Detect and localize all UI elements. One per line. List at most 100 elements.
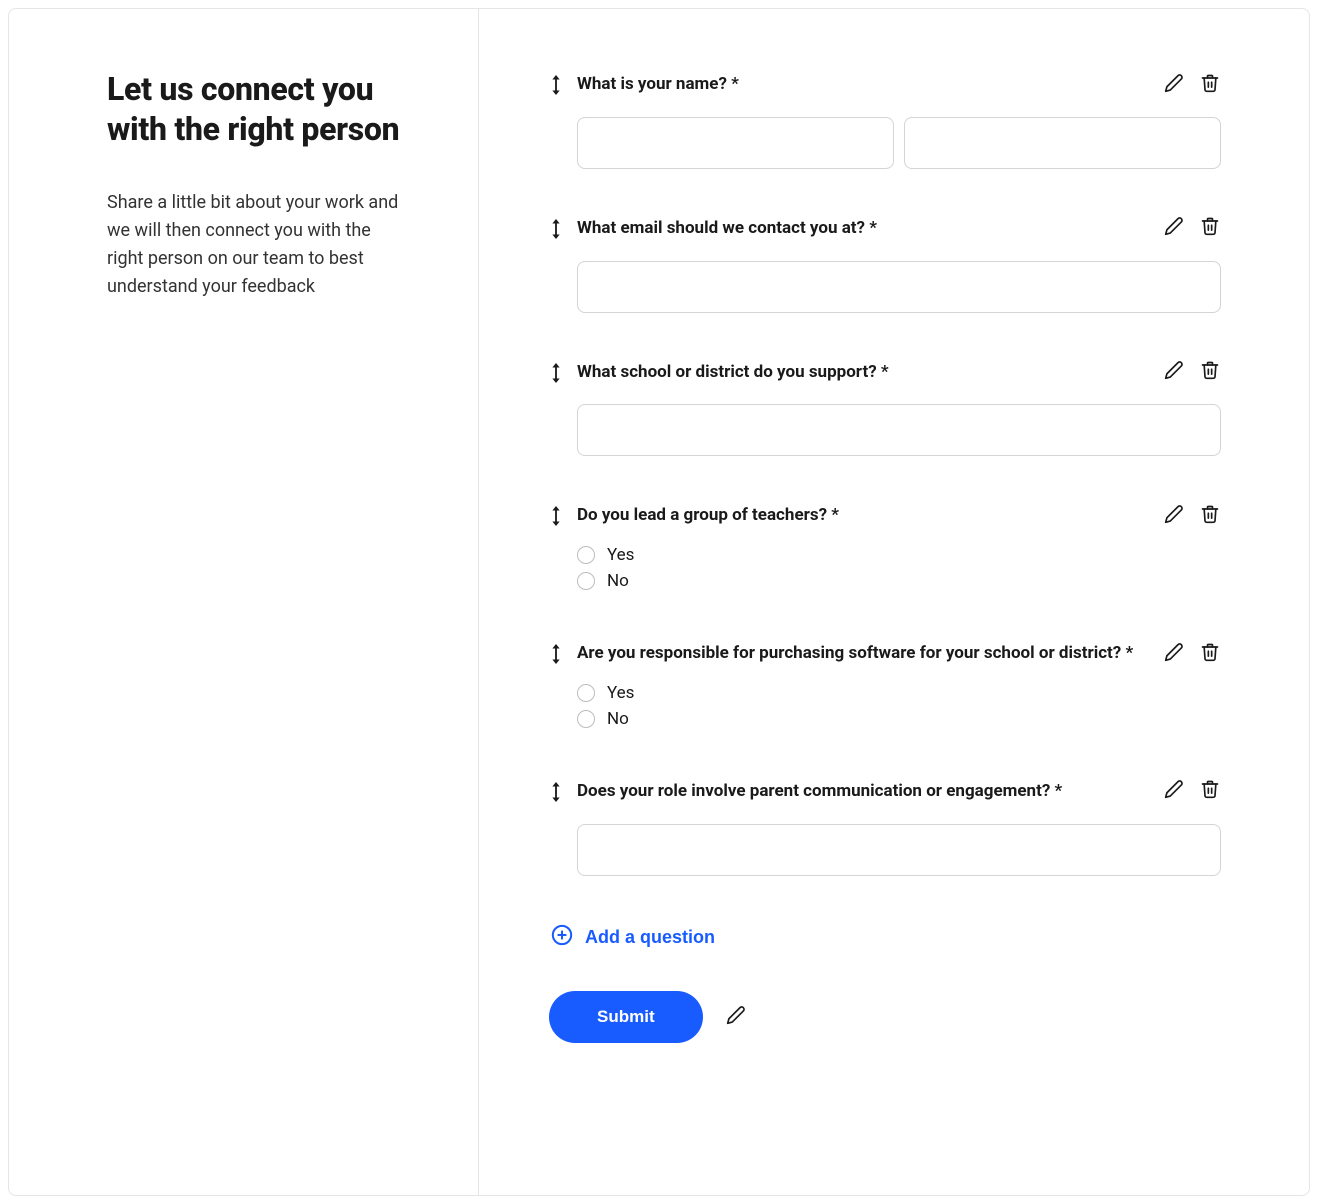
edit-question-button[interactable] (1163, 780, 1185, 802)
drag-vertical-icon (549, 782, 563, 806)
drag-handle[interactable] (549, 780, 577, 806)
edit-question-button[interactable] (1163, 217, 1185, 239)
edit-question-button[interactable] (1163, 73, 1185, 95)
intro-panel: Let us connect you with the right person… (9, 9, 479, 1195)
text-input[interactable] (577, 404, 1221, 456)
radio-label: No (607, 709, 629, 729)
drag-handle[interactable] (549, 217, 577, 243)
question-block: What is your name? * (549, 73, 1221, 169)
last-name-input[interactable] (904, 117, 1221, 169)
radio-option[interactable]: Yes (577, 680, 1221, 706)
pencil-icon (1164, 504, 1184, 527)
delete-question-button[interactable] (1199, 504, 1221, 526)
question-block: What school or district do you support? … (549, 361, 1221, 457)
drag-vertical-icon (549, 644, 563, 668)
text-input-row (577, 824, 1221, 876)
text-input-row (577, 404, 1221, 456)
delete-question-button[interactable] (1199, 780, 1221, 802)
question-actions (1163, 361, 1221, 383)
question-label: Are you responsible for purchasing softw… (577, 642, 1149, 666)
question-body: What is your name? * (577, 73, 1221, 169)
pencil-icon (1164, 779, 1184, 802)
question-header: Does your role involve parent communicat… (577, 780, 1221, 804)
question-body: What school or district do you support? … (577, 361, 1221, 457)
radio-option[interactable]: No (577, 706, 1221, 732)
question-actions (1163, 217, 1221, 239)
question-body: Are you responsible for purchasing softw… (577, 642, 1221, 732)
question-label: Does your role involve parent communicat… (577, 780, 1149, 804)
delete-question-button[interactable] (1199, 73, 1221, 95)
question-label: What is your name? * (577, 73, 1149, 97)
radio-label: Yes (607, 683, 634, 703)
plus-circle-icon (551, 924, 573, 951)
radio-label: Yes (607, 545, 634, 565)
question-actions (1163, 780, 1221, 802)
edit-question-button[interactable] (1163, 504, 1185, 526)
radio-option[interactable]: No (577, 568, 1221, 594)
pencil-icon (726, 1005, 746, 1028)
submit-row: Submit (549, 991, 1221, 1043)
radio-icon (577, 710, 595, 728)
text-input[interactable] (577, 261, 1221, 313)
radio-icon (577, 546, 595, 564)
trash-icon (1200, 216, 1220, 239)
trash-icon (1200, 360, 1220, 383)
question-body: Does your role involve parent communicat… (577, 780, 1221, 876)
text-input[interactable] (577, 824, 1221, 876)
question-header: What school or district do you support? … (577, 361, 1221, 385)
drag-vertical-icon (549, 219, 563, 243)
trash-icon (1200, 504, 1220, 527)
radio-group: Yes No (577, 542, 1221, 594)
question-block: Are you responsible for purchasing softw… (549, 642, 1221, 732)
question-body: What email should we contact you at? * (577, 217, 1221, 313)
question-header: What email should we contact you at? * (577, 217, 1221, 241)
edit-submit-button[interactable] (725, 1006, 747, 1028)
form-builder-card: Let us connect you with the right person… (8, 8, 1310, 1196)
edit-question-button[interactable] (1163, 361, 1185, 383)
name-input-row (577, 117, 1221, 169)
question-label: What school or district do you support? … (577, 361, 1149, 385)
question-actions (1163, 73, 1221, 95)
trash-icon (1200, 73, 1220, 96)
add-question-button[interactable]: Add a question (551, 924, 715, 951)
delete-question-button[interactable] (1199, 642, 1221, 664)
delete-question-button[interactable] (1199, 217, 1221, 239)
page-title: Let us connect you with the right person (107, 69, 406, 149)
pencil-icon (1164, 73, 1184, 96)
question-block: Do you lead a group of teachers? * Yes No (549, 504, 1221, 594)
first-name-input[interactable] (577, 117, 894, 169)
question-header: Are you responsible for purchasing softw… (577, 642, 1221, 666)
drag-handle[interactable] (549, 73, 577, 99)
question-label: Do you lead a group of teachers? * (577, 504, 1149, 528)
submit-button[interactable]: Submit (549, 991, 703, 1043)
question-actions (1163, 504, 1221, 526)
question-header: What is your name? * (577, 73, 1221, 97)
question-header: Do you lead a group of teachers? * (577, 504, 1221, 528)
question-actions (1163, 642, 1221, 664)
drag-handle[interactable] (549, 361, 577, 387)
question-block: Does your role involve parent communicat… (549, 780, 1221, 876)
drag-vertical-icon (549, 506, 563, 530)
question-body: Do you lead a group of teachers? * Yes No (577, 504, 1221, 594)
radio-label: No (607, 571, 629, 591)
questions-panel: What is your name? * What email should we… (479, 9, 1309, 1195)
page-description: Share a little bit about your work and w… (107, 189, 406, 301)
radio-group: Yes No (577, 680, 1221, 732)
radio-icon (577, 684, 595, 702)
edit-question-button[interactable] (1163, 642, 1185, 664)
trash-icon (1200, 779, 1220, 802)
drag-handle[interactable] (549, 504, 577, 530)
drag-vertical-icon (549, 363, 563, 387)
question-label: What email should we contact you at? * (577, 217, 1149, 241)
pencil-icon (1164, 642, 1184, 665)
text-input-row (577, 261, 1221, 313)
radio-option[interactable]: Yes (577, 542, 1221, 568)
radio-icon (577, 572, 595, 590)
delete-question-button[interactable] (1199, 361, 1221, 383)
drag-vertical-icon (549, 75, 563, 99)
question-block: What email should we contact you at? * (549, 217, 1221, 313)
pencil-icon (1164, 360, 1184, 383)
pencil-icon (1164, 216, 1184, 239)
trash-icon (1200, 642, 1220, 665)
drag-handle[interactable] (549, 642, 577, 668)
